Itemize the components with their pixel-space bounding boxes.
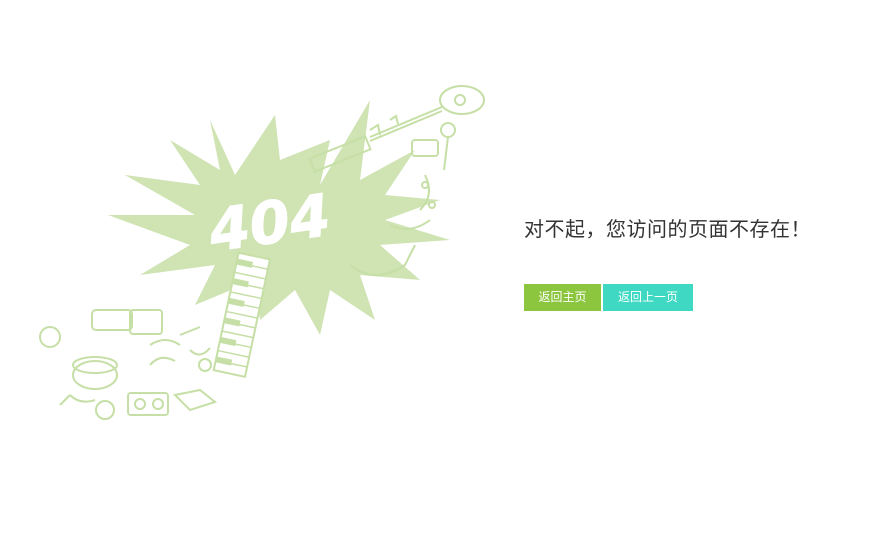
instrument-doodles-left (39, 309, 218, 420)
error-message: 对不起，您访问的页面不存在！ (524, 217, 811, 241)
404-illustration: 404 (30, 75, 500, 425)
action-buttons: 返回主页 返回上一页 (524, 284, 864, 311)
go-back-button[interactable]: 返回上一页 (603, 284, 693, 311)
error-panel: 对不起，您访问的页面不存在！ 返回主页 返回上一页 (524, 214, 864, 311)
music-burst-graphic: 404 (39, 85, 485, 420)
return-home-button[interactable]: 返回主页 (524, 284, 601, 311)
